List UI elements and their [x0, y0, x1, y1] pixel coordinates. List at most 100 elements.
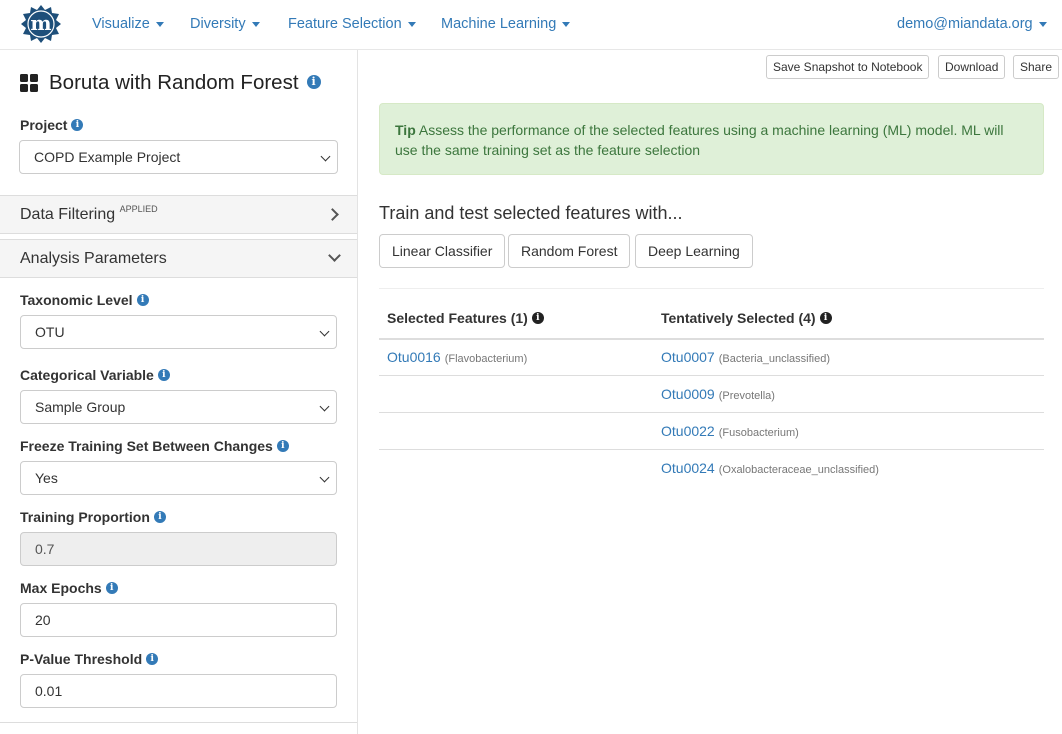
user-email: demo@miandata.org — [897, 16, 1033, 32]
chevron-down-icon — [319, 326, 330, 337]
project-label: Project i — [20, 117, 84, 133]
caret-down-icon — [155, 21, 164, 27]
deep-learning-button[interactable]: Deep Learning — [635, 234, 753, 268]
feature-taxon: (Bacteria_unclassified) — [718, 353, 830, 365]
info-icon[interactable]: i — [276, 440, 289, 453]
feature-link[interactable]: Otu0007 — [661, 349, 715, 365]
project-select[interactable]: COPD Example Project — [19, 140, 338, 174]
table-row-line — [379, 375, 1044, 376]
training-proportion-value: 0.7 — [35, 541, 55, 557]
caret-down-icon — [407, 21, 416, 27]
freeze-training-label: Freeze Training Set Between Changes i — [20, 438, 289, 454]
nav-machine-learning-label: Machine Learning — [441, 16, 557, 32]
max-epochs-label-text: Max Epochs — [20, 580, 102, 596]
chevron-down-icon — [319, 472, 330, 483]
caret-down-icon — [1038, 21, 1047, 27]
table-row: Otu0016 (Flavobacterium) — [387, 349, 527, 365]
taxonomic-level-label-text: Taxonomic Level — [20, 292, 133, 308]
info-icon[interactable]: i — [153, 511, 166, 524]
navbar: m Visualize Diversity Feature Selection … — [0, 0, 1062, 50]
info-icon[interactable]: i — [531, 312, 544, 325]
tip-text: Assess the performance of the selected f… — [395, 122, 1004, 158]
feature-link[interactable]: Otu0024 — [661, 460, 715, 476]
tentatively-selected-header-text: Tentatively Selected (4) — [661, 310, 816, 326]
p-value-threshold-value: 0.01 — [35, 683, 63, 699]
caret-down-icon — [562, 21, 571, 27]
caret-down-icon — [251, 21, 260, 27]
taxonomic-level-value: OTU — [35, 324, 65, 340]
chevron-down-icon — [320, 151, 331, 162]
svg-text:m: m — [30, 11, 51, 35]
info-icon[interactable]: i — [157, 369, 170, 382]
feature-link[interactable]: Otu0016 — [387, 349, 441, 365]
taxonomic-level-select[interactable]: OTU — [20, 315, 337, 349]
table-row: Otu0007 (Bacteria_unclassified) — [661, 349, 830, 365]
table-row: Otu0009 (Prevotella) — [661, 386, 775, 402]
analysis-parameters-label: Analysis Parameters — [20, 250, 167, 267]
applied-badge: APPLIED — [119, 204, 158, 214]
share-button[interactable]: Share — [1013, 55, 1060, 79]
save-snapshot-button[interactable]: Save Snapshot to Notebook — [766, 55, 930, 79]
selected-features-header: Selected Features (1) i — [387, 310, 544, 326]
analysis-parameters-panel[interactable]: Analysis Parameters — [0, 239, 357, 278]
max-epochs-input[interactable]: 20 — [20, 603, 337, 637]
p-value-threshold-label-text: P-Value Threshold — [20, 651, 143, 667]
page-title: Boruta with Random Forest i — [20, 68, 321, 98]
freeze-training-label-text: Freeze Training Set Between Changes — [20, 438, 273, 454]
tip-alert: Tip Assess the performance of the select… — [379, 103, 1044, 175]
nav-machine-learning[interactable]: Machine Learning — [441, 0, 571, 50]
categorical-variable-value: Sample Group — [35, 399, 126, 415]
training-proportion-label: Training Proportion i — [20, 509, 166, 525]
taxonomic-level-label: Taxonomic Level i — [20, 292, 149, 308]
max-epochs-label: Max Epochs i — [20, 580, 118, 596]
p-value-threshold-input[interactable]: 0.01 — [20, 674, 337, 708]
info-icon[interactable]: i — [71, 119, 84, 132]
random-forest-button[interactable]: Random Forest — [508, 234, 631, 268]
info-icon[interactable]: i — [819, 312, 832, 325]
selected-features-header-text: Selected Features (1) — [387, 310, 528, 326]
data-filtering-panel[interactable]: Data Filtering APPLIED — [0, 195, 357, 234]
info-icon[interactable]: i — [306, 75, 321, 89]
project-label-text: Project — [20, 117, 68, 133]
categorical-variable-select[interactable]: Sample Group — [20, 390, 337, 424]
table-row-line — [379, 449, 1044, 450]
nav-visualize-label: Visualize — [92, 16, 150, 32]
training-proportion-label-text: Training Proportion — [20, 509, 150, 525]
feature-link[interactable]: Otu0009 — [661, 386, 715, 402]
linear-classifier-button[interactable]: Linear Classifier — [379, 234, 506, 268]
table-header-line — [379, 338, 1044, 340]
info-icon[interactable]: i — [136, 294, 149, 307]
categorical-variable-label: Categorical Variable i — [20, 367, 170, 383]
table-row-line — [379, 412, 1044, 413]
info-icon[interactable]: i — [105, 582, 118, 595]
feature-taxon: (Fusobacterium) — [718, 427, 799, 439]
freeze-training-value: Yes — [35, 470, 58, 486]
nav-feature-selection-label: Feature Selection — [288, 16, 402, 32]
nav-diversity[interactable]: Diversity — [190, 0, 260, 50]
tip-label: Tip — [395, 122, 416, 138]
grid-icon — [20, 74, 38, 92]
nav-visualize[interactable]: Visualize — [92, 0, 164, 50]
training-proportion-input: 0.7 — [20, 532, 337, 566]
nav-diversity-label: Diversity — [190, 16, 246, 32]
sidebar-divider — [0, 722, 357, 723]
nav-user-menu[interactable]: demo@miandata.org — [897, 0, 1047, 50]
logo-icon[interactable]: m — [21, 4, 61, 44]
table-row: Otu0024 (Oxalobacteraceae_unclassified) — [661, 460, 879, 476]
train-heading: Train and test selected features with... — [379, 203, 683, 223]
max-epochs-value: 20 — [35, 612, 51, 628]
divider — [379, 288, 1044, 289]
nav-feature-selection[interactable]: Feature Selection — [288, 0, 416, 50]
p-value-threshold-label: P-Value Threshold i — [20, 651, 159, 667]
info-icon[interactable]: i — [146, 653, 159, 666]
page-title-text: Boruta with Random Forest — [49, 71, 299, 94]
feature-link[interactable]: Otu0022 — [661, 423, 715, 439]
data-filtering-label: Data Filtering — [20, 206, 116, 223]
categorical-variable-label-text: Categorical Variable — [20, 367, 154, 383]
freeze-training-select[interactable]: Yes — [20, 461, 337, 495]
feature-taxon: (Oxalobacteraceae_unclassified) — [718, 464, 879, 476]
chevron-down-icon — [319, 401, 330, 412]
download-button[interactable]: Download — [938, 55, 1006, 79]
tentatively-selected-header: Tentatively Selected (4) i — [661, 310, 832, 326]
feature-taxon: (Prevotella) — [718, 390, 775, 402]
